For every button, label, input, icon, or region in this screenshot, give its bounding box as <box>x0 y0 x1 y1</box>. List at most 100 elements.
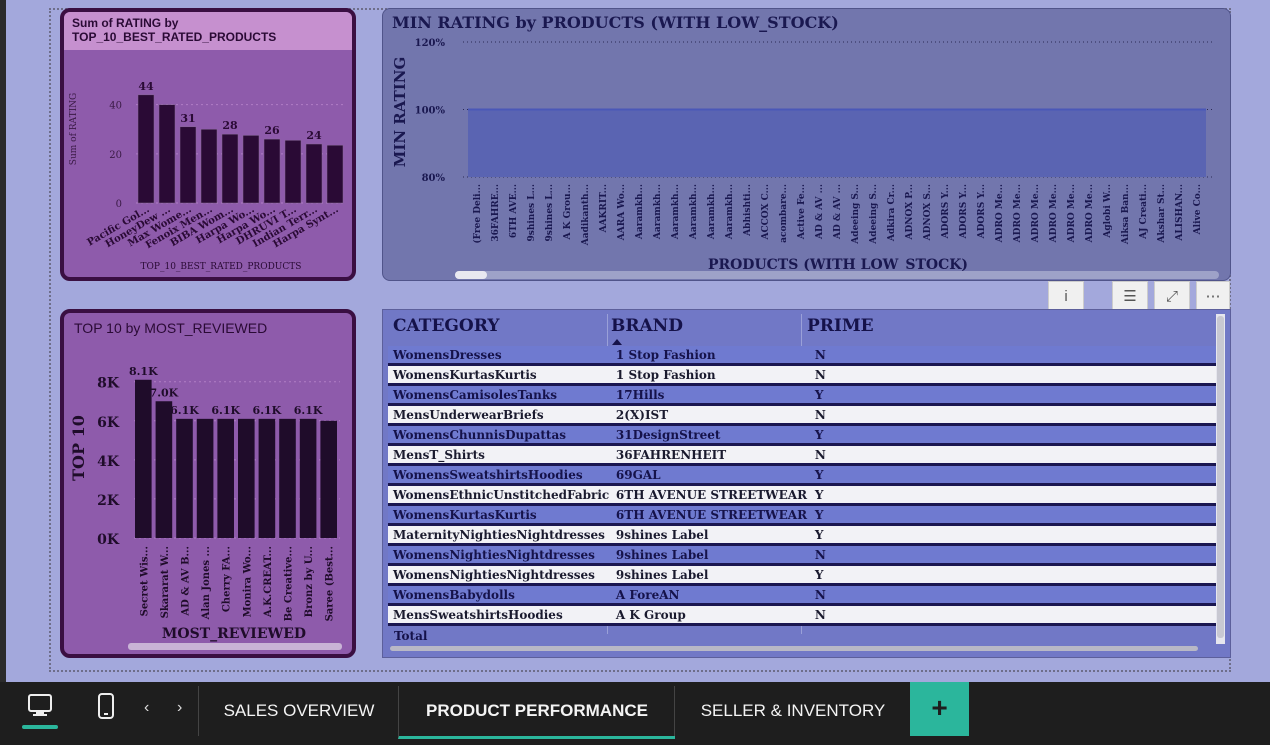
prime-cell: Y <box>809 506 1218 523</box>
table-row[interactable]: MensUnderwearBriefs 2(X)IST N <box>388 406 1218 423</box>
tab-sales-overview[interactable]: SALES OVERVIEW <box>198 686 399 736</box>
horizontal-scrollbar <box>128 643 342 650</box>
vertical-scrollbar-thumb[interactable] <box>1217 316 1224 638</box>
x-tick-label: ADORS Y... <box>959 184 969 239</box>
x-tick-label: Adkira Cr... <box>887 184 897 242</box>
table-row[interactable]: MaternityNightiesNightdresses 9shines Lab… <box>388 526 1218 543</box>
category-cell: WomensSweatshirtsHoodies <box>388 466 611 483</box>
bar <box>279 418 296 538</box>
table-row[interactable]: WomensKurtasKurtis 1 Stop Fashion N <box>388 366 1218 383</box>
x-tick-label: Aaramkh... <box>671 184 681 240</box>
x-tick-label: ADRO Me... <box>1049 184 1059 243</box>
bar <box>200 129 218 204</box>
table-row[interactable]: MensSweatshirtsHoodies A K Group N <box>388 606 1218 623</box>
column-header-brand[interactable]: BRAND <box>611 316 683 336</box>
x-tick-label: AAKRIT... <box>599 184 609 233</box>
x-tick-label: Adeeing S... <box>851 184 861 245</box>
x-tick-label: Aaramkh... <box>689 184 699 240</box>
y-tick-label: 40 <box>109 101 122 112</box>
x-tick-label: ADRO Me... <box>1067 184 1077 243</box>
data-label: 44 <box>138 80 154 93</box>
bar <box>135 379 152 538</box>
category-cell: WomensDresses <box>388 346 611 363</box>
row-separator-cell <box>388 623 1218 626</box>
add-page-button[interactable]: + <box>910 682 969 736</box>
data-label: 7.0K <box>150 386 179 399</box>
y-tick-label: 8K <box>97 376 120 392</box>
x-tick-label: AD & AV ... <box>833 184 843 240</box>
category-cell: WomensEthnicUnstitchedFabric <box>388 486 611 503</box>
vertical-scrollbar[interactable] <box>1216 314 1225 644</box>
next-page-icon[interactable]: › <box>177 699 191 719</box>
x-tick-label: Alive Co... <box>1193 184 1203 235</box>
x-tick-label: ADRO Me... <box>1013 184 1023 243</box>
x-tick-label: Abhishti... <box>743 184 753 237</box>
table-row[interactable]: WomensNightiesNightdresses 9shines Label N <box>388 546 1218 563</box>
rating-chart-card[interactable]: Sum of RATING by TOP_10_BEST_RATED_PRODU… <box>60 8 356 281</box>
prime-cell: N <box>809 586 1218 603</box>
most-reviewed-chart-card[interactable]: TOP 10 by MOST_REVIEWED 0K 2K 4K 6K 8K TOP 10… <box>60 309 356 658</box>
category-cell: WomensNightiesNightdresses <box>388 566 611 583</box>
data-label: 24 <box>306 129 322 142</box>
x-tick-label: Akshar St... <box>1157 184 1167 244</box>
x-tick-label: Monira Wo... <box>242 546 253 617</box>
previous-page-icon[interactable]: ‹ <box>144 699 158 719</box>
prime-cell: Y <box>809 566 1218 583</box>
horizontal-scrollbar-thumb <box>455 271 487 279</box>
sort-ascending-icon[interactable] <box>612 339 622 345</box>
brand-cell: 69GAL <box>610 466 810 483</box>
x-axis-label: PRODUCTS (WITH LOW_STOCK) <box>708 257 968 273</box>
prime-cell: Y <box>809 386 1218 403</box>
prime-cell: Y <box>809 426 1218 443</box>
x-tick-label: AJ Creati... <box>1139 184 1149 240</box>
bar <box>155 401 173 538</box>
x-tick-label: 36FAHRE... <box>491 184 501 242</box>
data-label: 8.1K <box>129 365 158 378</box>
x-tick-label: Saree (Best... <box>325 546 336 621</box>
prime-cell: N <box>809 346 1218 363</box>
table-row[interactable]: WomensChunnisDupattas 31DesignStreet Y <box>388 426 1218 443</box>
brand-cell: A K Group <box>610 606 810 623</box>
bar <box>299 418 317 538</box>
most-reviewed-bar-chart: 0K 2K 4K 6K 8K TOP 10 8.1K Secret Wis... 7.0K Ska… <box>69 365 342 650</box>
table-row[interactable]: WomensCamisolesTanks 17Hills Y <box>388 386 1218 403</box>
bar <box>196 418 214 538</box>
table-row[interactable]: WomensDresses 1 Stop Fashion N <box>388 346 1218 363</box>
min-rating-chart-card[interactable]: MIN RATING by PRODUCTS (WITH LOW_STOCK) … <box>382 8 1231 281</box>
brand-cell: 6TH AVENUE STREETWEAR <box>610 506 810 523</box>
info-icon[interactable]: i <box>1048 281 1084 311</box>
table-row[interactable]: WomensBabydolls A ForeAN N <box>388 586 1218 603</box>
x-tick-label: Adeeing S... <box>869 184 879 245</box>
bar <box>305 143 323 204</box>
column-header-prime[interactable]: PRIME <box>807 316 874 336</box>
brand-cell: 36FAHRENHEIT <box>610 446 810 463</box>
prime-cell: N <box>809 366 1218 383</box>
desktop-layout-icon[interactable] <box>22 692 58 730</box>
focus-mode-icon[interactable]: ⤢ <box>1154 281 1190 311</box>
column-header-category[interactable]: CATEGORY <box>393 316 499 336</box>
tab-product-performance[interactable]: PRODUCT PERFORMANCE <box>398 686 675 739</box>
x-tick-label: AARA Wo... <box>617 184 627 241</box>
bar <box>258 418 276 538</box>
most-reviewed-chart-title: TOP 10 by MOST_REVIEWED <box>74 320 268 336</box>
category-brand-table-card[interactable]: CATEGORY BRAND PRIME WomensDresses 1 Stop… <box>382 309 1231 658</box>
table-row[interactable]: WomensSweatshirtsHoodies 69GAL Y <box>388 466 1218 483</box>
bar <box>284 140 302 204</box>
filter-icon[interactable]: ☰ <box>1112 281 1148 311</box>
brand-cell: 6TH AVENUE STREETWEAR <box>610 486 810 503</box>
mobile-layout-icon[interactable] <box>96 692 116 722</box>
table-row[interactable]: WomensEthnicUnstitchedFabric 6TH AVENUE S… <box>388 486 1218 503</box>
x-tick-label: ALISHAN... <box>1175 184 1185 242</box>
x-tick-label: ADRO Me... <box>995 184 1005 243</box>
tab-seller-inventory[interactable]: SELLER & INVENTORY <box>674 686 911 736</box>
min-rating-chart-title: MIN RATING by PRODUCTS (WITH LOW_STOCK) <box>392 13 839 32</box>
prime-cell: N <box>809 446 1218 463</box>
more-options-icon[interactable]: ⋯ <box>1196 281 1230 311</box>
horizontal-scrollbar[interactable] <box>390 646 1198 651</box>
y-axis-label: MIN RATING <box>391 57 409 168</box>
data-label: 28 <box>222 119 238 132</box>
bar <box>179 126 197 204</box>
table-row[interactable]: WomensKurtasKurtis 6TH AVENUE STREETWEAR Y <box>388 506 1218 523</box>
table-row[interactable]: MensT_Shirts 36FAHRENHEIT N <box>388 446 1218 463</box>
table-row[interactable]: WomensNightiesNightdresses 9shines Label Y <box>388 566 1218 583</box>
